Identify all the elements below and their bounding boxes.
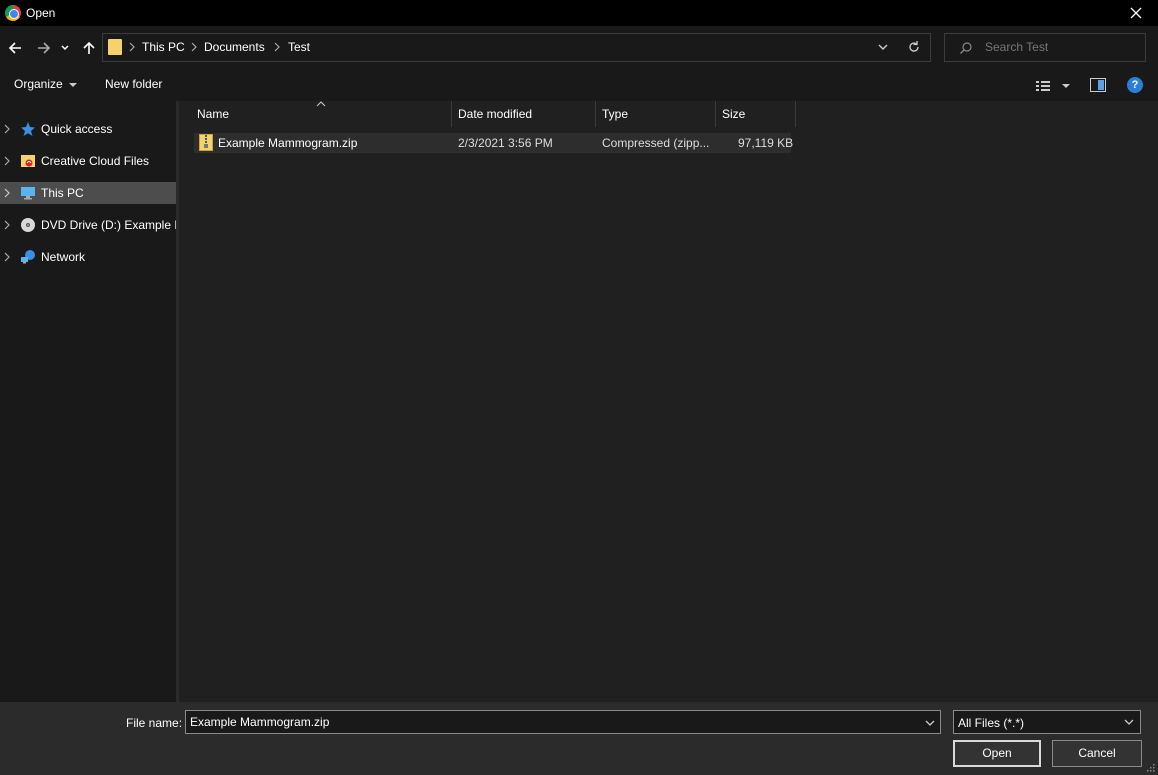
nav-item-this-pc[interactable]: This PC [0, 182, 176, 204]
chevron-right-icon[interactable] [274, 42, 280, 52]
nav-item-quick-access[interactable]: Quick access [0, 118, 176, 140]
resize-grip-icon[interactable] [1146, 763, 1156, 773]
search-icon [960, 42, 972, 54]
close-button[interactable] [1120, 2, 1152, 24]
arrow-up-icon [83, 41, 95, 54]
file-type-value: All Files (*.*) [958, 716, 1025, 730]
cancel-button[interactable]: Cancel [1052, 740, 1142, 767]
chevron-down-icon[interactable] [876, 40, 890, 54]
file-list: Name Date modified Type Size Example Mam… [179, 101, 1158, 702]
change-view-icon[interactable] [1034, 78, 1074, 94]
expand-chevron-icon[interactable] [4, 188, 10, 198]
expand-chevron-icon[interactable] [4, 220, 10, 230]
open-button[interactable]: Open [953, 740, 1041, 767]
dialog-footer: File name: All Files (*.*) Open Cancel [0, 702, 1158, 775]
expand-chevron-icon[interactable] [4, 156, 10, 166]
expand-chevron-icon[interactable] [4, 252, 10, 262]
new-folder-button[interactable]: New folder [105, 77, 162, 91]
file-name-label: File name: [126, 716, 183, 730]
nav-item-network[interactable]: Network [0, 246, 176, 268]
file-row[interactable]: Example Mammogram.zip 2/3/2021 3:56 PM C… [194, 133, 794, 153]
column-header-name[interactable]: Name [191, 101, 451, 127]
up-button[interactable] [78, 36, 100, 60]
creative-cloud-folder-icon [21, 155, 35, 167]
star-icon [21, 122, 35, 136]
column-separator[interactable] [795, 101, 796, 127]
navigation-pane: Quick access Creative Cloud Files This P… [0, 101, 176, 702]
navigation-bar: This PC Documents Test Search Test [0, 26, 1158, 70]
search-box[interactable]: Search Test [944, 33, 1146, 62]
organize-label: Organize [14, 77, 63, 91]
dvd-drive-icon [21, 218, 35, 232]
chevron-down-icon[interactable] [924, 717, 936, 729]
nav-label: Quick access [41, 122, 113, 136]
title-bar: Open [0, 0, 1158, 26]
nav-label: Network [41, 250, 86, 264]
nav-item-dvd-drive[interactable]: DVD Drive (D:) Example Mammogram [0, 214, 176, 236]
column-header-date-modified[interactable]: Date modified [452, 101, 595, 127]
column-header-type[interactable]: Type [596, 101, 715, 127]
chevron-down-icon [1124, 719, 1134, 725]
expand-chevron-icon[interactable] [4, 124, 10, 134]
arrow-right-icon [38, 42, 51, 54]
organize-button[interactable]: Organize [14, 77, 77, 91]
nav-label: This PC [41, 186, 84, 200]
column-header-size[interactable]: Size [716, 101, 795, 127]
window-title: Open [26, 6, 56, 20]
help-icon[interactable]: ? [1127, 77, 1143, 93]
close-icon [1130, 7, 1142, 19]
breadcrumb-test[interactable]: Test [288, 40, 310, 54]
nav-item-creative-cloud-files[interactable]: Creative Cloud Files [0, 150, 176, 172]
chevron-down-icon [61, 45, 69, 51]
zip-folder-icon [199, 134, 213, 151]
computer-icon [21, 187, 35, 200]
address-bar[interactable]: This PC Documents Test [102, 33, 931, 62]
nav-label: DVD Drive (D:) Example Mammogram [41, 218, 176, 232]
nav-label: Creative Cloud Files [41, 154, 150, 168]
arrow-left-icon [8, 42, 21, 54]
breadcrumb-documents[interactable]: Documents [204, 40, 265, 54]
recent-locations-button[interactable] [58, 36, 72, 60]
refresh-icon[interactable] [906, 39, 922, 55]
file-name-input[interactable] [185, 710, 941, 734]
forward-button[interactable] [33, 36, 55, 60]
back-button[interactable] [4, 36, 26, 60]
search-placeholder: Search Test [985, 40, 1049, 54]
file-type: Compressed (zipp... [602, 136, 710, 150]
chrome-icon [5, 5, 21, 21]
folder-icon [108, 39, 122, 55]
chevron-right-icon[interactable] [191, 42, 197, 52]
file-date-modified: 2/3/2021 3:56 PM [458, 136, 553, 150]
preview-pane-icon[interactable] [1090, 78, 1106, 92]
network-icon [21, 250, 35, 264]
caret-down-icon [68, 82, 77, 87]
file-name: Example Mammogram.zip [218, 136, 358, 150]
command-toolbar: Organize New folder ? [0, 70, 1158, 101]
breadcrumb-this-pc[interactable]: This PC [142, 40, 185, 54]
chevron-right-icon [129, 42, 135, 52]
file-size: 97,119 KB [738, 136, 794, 150]
file-type-select[interactable]: All Files (*.*) [953, 710, 1141, 734]
